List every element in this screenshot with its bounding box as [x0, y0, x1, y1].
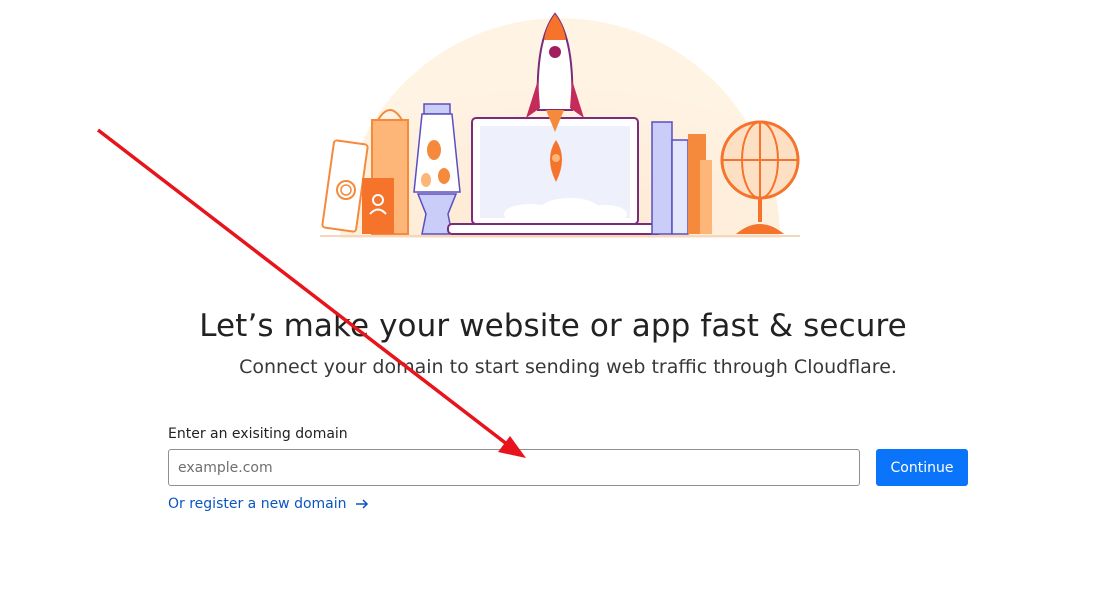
register-domain-label: Or register a new domain: [168, 496, 347, 512]
domain-input[interactable]: [168, 449, 860, 486]
domain-field-label: Enter an exisiting domain: [168, 426, 348, 442]
register-domain-link[interactable]: Or register a new domain: [168, 496, 369, 512]
laptop-icon: [447, 117, 663, 235]
hero-illustration: [320, 12, 800, 239]
continue-button[interactable]: Continue: [876, 449, 968, 486]
page-subtitle: Connect your domain to start sending web…: [239, 356, 897, 378]
page-title: Let’s make your website or app fast & se…: [199, 308, 907, 344]
arrow-right-icon: [355, 499, 368, 509]
